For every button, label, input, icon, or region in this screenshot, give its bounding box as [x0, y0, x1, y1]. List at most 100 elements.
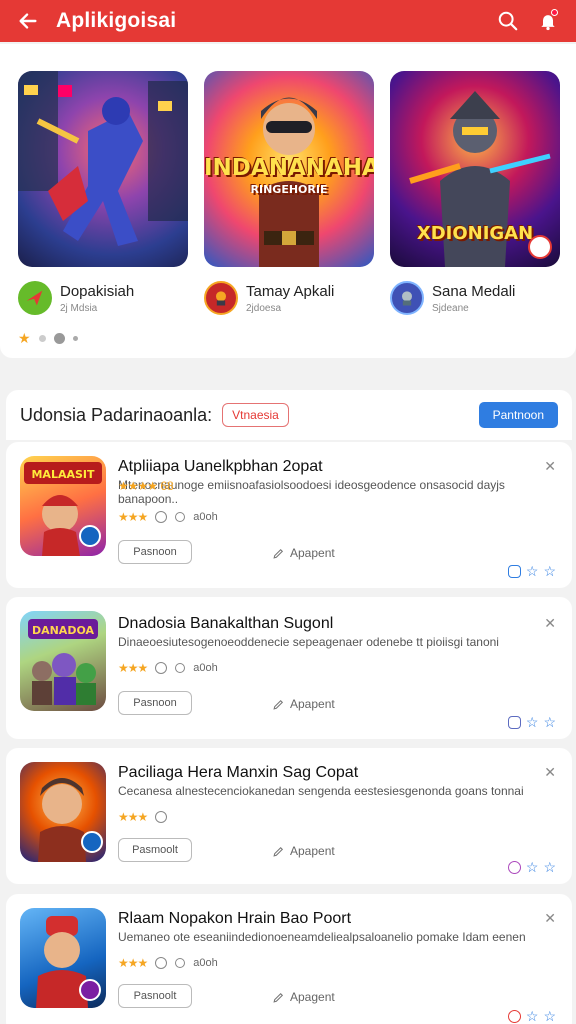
app-list-item[interactable]: Paciliaga Hera Manxin Sag Copat Cecanesa…	[6, 748, 572, 884]
featured-app-name: Sana Medali	[432, 282, 516, 300]
carousel-dot-active[interactable]	[53, 333, 65, 344]
carousel-dot[interactable]	[38, 335, 46, 342]
close-icon[interactable]: ✕	[544, 458, 556, 475]
app-rating-row: ★★★ a0oh	[118, 510, 218, 524]
app-description: Mtenocnaunoge emiisnoafasiolsoodoesi ide…	[118, 478, 505, 506]
close-icon[interactable]: ✕	[544, 910, 556, 927]
featured-app-icon	[390, 281, 424, 315]
app-icon-caption: MALAASIT	[31, 468, 95, 481]
bookmark-icon[interactable]	[507, 565, 521, 578]
pencil-icon	[273, 992, 284, 1003]
app-title: Dnadosia Banakalthan Sugonl	[118, 615, 334, 632]
close-icon[interactable]: ✕	[544, 764, 556, 781]
section-header: Udonsia Padarinaoanla: Vtnaesia Pantnoon	[6, 390, 572, 440]
rating-stars: ★★★	[118, 810, 148, 824]
featured-card[interactable]: XDIONIGAN Sana Medali Sjdeane	[390, 71, 560, 315]
featured-app-icon	[204, 281, 238, 315]
fighter-icon	[216, 291, 226, 306]
chat-icon[interactable]	[507, 716, 521, 729]
section-action-button[interactable]: Pantnoon	[478, 402, 558, 428]
card-actions: ☆ ☆	[507, 714, 556, 731]
featured-app-icon	[18, 281, 52, 315]
featured-app-name: Tamay Apkali	[246, 282, 335, 300]
app-description: Dinaeoesiutesogenoeoddenecie sepeagenaer…	[118, 635, 499, 649]
rating-stars: ★★★	[118, 510, 148, 524]
info-icon	[155, 811, 168, 823]
rating-stars: ★★★	[118, 956, 148, 970]
game-icon-art: MALAASIT	[24, 462, 102, 556]
install-button[interactable]: Pasmoolt	[118, 838, 192, 862]
carousel-indicator[interactable]: ★	[18, 330, 78, 347]
card-actions: ☆ ☆	[507, 859, 556, 876]
star-outline-icon[interactable]: ☆	[543, 563, 556, 580]
notifications-button[interactable]	[528, 0, 568, 42]
pencil-icon	[273, 699, 284, 710]
app-title: Rlaam Nopakon Hrain Bao Poort	[118, 910, 352, 927]
app-icon	[20, 908, 106, 1008]
search-button[interactable]	[488, 0, 528, 42]
arrow-left-icon	[19, 13, 37, 29]
star-outline-icon[interactable]: ☆	[526, 563, 539, 580]
game-icon-art	[36, 916, 101, 1008]
star-outline-icon[interactable]: ☆	[526, 859, 539, 876]
app-rating-row: ★★★ a0oh	[118, 956, 218, 970]
featured-card[interactable]: Dopakisiah 2j Mdsia	[18, 71, 188, 315]
section-chip[interactable]: Vtnaesia	[222, 403, 289, 427]
carousel-dot[interactable]	[72, 336, 78, 341]
chat-icon[interactable]	[507, 1010, 521, 1023]
app-count: a0oh	[193, 511, 218, 523]
app-icon	[20, 762, 106, 862]
app-list-item[interactable]: MALAASIT Atpliiapa Uanelkpbhan 2opat Mte…	[6, 442, 572, 588]
share-link[interactable]: Apagent	[272, 990, 335, 1004]
app-icon: MALAASIT	[20, 456, 106, 556]
game-icon-art	[38, 778, 103, 862]
star-outline-icon[interactable]: ☆	[543, 1008, 556, 1024]
share-label: Apagent	[290, 990, 335, 1004]
chat-icon[interactable]	[507, 861, 521, 874]
app-list-item[interactable]: DANADOA Dnadosia Banakalthan Sugonl Dina…	[6, 597, 572, 739]
app-title: Atpliiapa Uanelkpbhan 2opat	[118, 458, 323, 475]
search-icon	[498, 11, 518, 31]
featured-artwork	[18, 71, 188, 267]
install-button[interactable]: Pasnoon	[118, 691, 192, 715]
app-icon-caption: DANADOA	[32, 624, 95, 637]
app-title: Paciliaga Hera Manxin Sag Copat	[118, 764, 359, 781]
featured-carousel: Dopakisiah 2j Mdsia INDANANAHAN RINGEHOR…	[0, 44, 576, 358]
rating-stars: ★★★★	[118, 479, 158, 493]
featured-card[interactable]: INDANANAHAN RINGEHORIE Tamay Apkali 2jdo…	[204, 71, 374, 315]
featured-app-subtitle: 2j Mdsia	[60, 302, 98, 314]
star-outline-icon[interactable]: ☆	[526, 1008, 539, 1024]
app-description: Uemaneo ote eseaniindedionoeneamdeliealp…	[118, 930, 526, 944]
app-count: a0oh	[193, 957, 218, 969]
star-outline-icon[interactable]: ☆	[543, 859, 556, 876]
star-outline-icon[interactable]: ☆	[543, 714, 556, 731]
clock-icon	[175, 663, 186, 673]
rating-stars: ★★★	[118, 661, 148, 675]
share-link[interactable]: Apapent	[272, 844, 335, 858]
featured-artwork: XDIONIGAN	[390, 71, 560, 267]
notification-badge	[551, 9, 558, 16]
back-button[interactable]	[0, 0, 56, 42]
info-icon	[155, 662, 168, 674]
robot-icon	[402, 291, 412, 306]
app-list-item[interactable]: Rlaam Nopakon Hrain Bao Poort Uemaneo ot…	[6, 894, 572, 1024]
card-actions: ☆ ☆	[507, 1008, 556, 1024]
star-icon: ★	[18, 330, 31, 346]
share-link[interactable]: Apapent	[272, 546, 335, 560]
app-icon: DANADOA	[20, 611, 106, 711]
featured-app-subtitle: 2jdoesa	[246, 302, 282, 314]
share-label: Apapent	[290, 844, 335, 858]
app-rating-row: ★★★ a0oh	[118, 661, 218, 675]
featured-artwork: INDANANAHAN RINGEHORIE	[204, 71, 374, 267]
pencil-icon	[273, 548, 284, 559]
featured-artwork-subtitle: RINGEHORIE	[250, 183, 328, 196]
install-button[interactable]: Pasnoon	[118, 540, 192, 564]
share-link[interactable]: Apapent	[272, 697, 335, 711]
star-outline-icon[interactable]: ☆	[526, 714, 539, 731]
info-icon	[155, 511, 168, 523]
game-icon-art: DANADOA	[28, 619, 98, 705]
pencil-icon	[273, 846, 284, 857]
clock-icon	[175, 958, 186, 968]
install-button[interactable]: Pasnoolt	[118, 984, 192, 1008]
close-icon[interactable]: ✕	[544, 615, 556, 632]
